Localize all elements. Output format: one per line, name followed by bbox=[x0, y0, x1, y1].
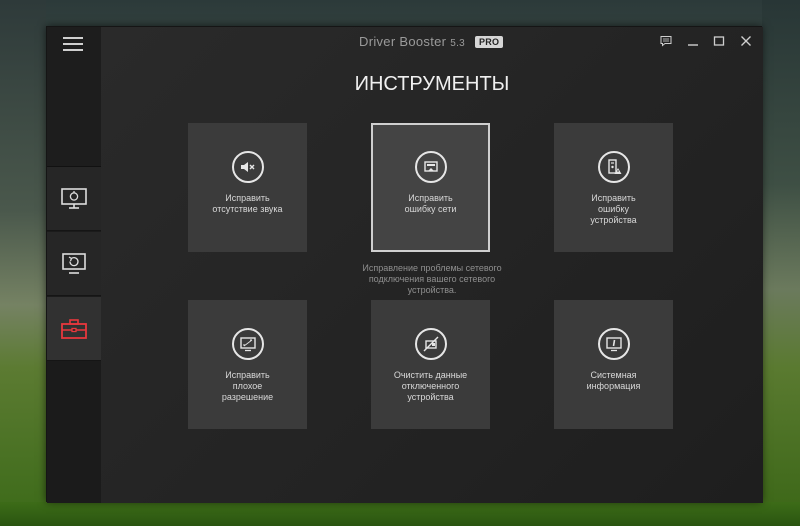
maximize-button[interactable] bbox=[710, 33, 728, 49]
hamburger-menu-icon[interactable] bbox=[63, 37, 83, 51]
close-icon bbox=[741, 36, 751, 46]
tool-fix-no-sound[interactable]: Исправить отсутствие звука bbox=[188, 123, 307, 252]
tool-fix-network-error[interactable]: Исправить ошибку сети bbox=[371, 123, 490, 252]
desktop-background-left bbox=[0, 0, 46, 526]
sidebar-item-backup[interactable] bbox=[47, 232, 101, 296]
tool-clean-disconnected-device[interactable]: Очистить данные отключенного устройства bbox=[371, 300, 490, 429]
tool-label: Исправить отсутствие звука bbox=[212, 193, 283, 214]
tool-fix-bad-resolution[interactable]: Исправить плохое разрешение bbox=[188, 300, 307, 429]
network-icon bbox=[414, 151, 447, 183]
tool-label: Исправить плохое разрешение bbox=[221, 370, 274, 402]
chat-icon bbox=[660, 36, 672, 47]
speaker-mute-icon bbox=[231, 151, 264, 183]
device-warning-icon bbox=[597, 151, 630, 183]
desktop-background-bottom bbox=[0, 502, 800, 526]
app-version: 5.3 bbox=[450, 38, 466, 49]
toolbox-icon bbox=[61, 318, 87, 339]
system-info-icon bbox=[597, 328, 630, 360]
sidebar-item-tools[interactable] bbox=[47, 297, 101, 361]
desktop-background-right bbox=[762, 0, 800, 526]
clean-device-icon bbox=[414, 328, 447, 360]
tool-system-info[interactable]: Системная информация bbox=[554, 300, 673, 429]
app-window: Driver Booster 5.3 PRO ИНСТРУМЕНТЫ Испра… bbox=[46, 26, 763, 503]
pro-badge: PRO bbox=[474, 36, 504, 48]
tool-label: Очистить данные отключенного устройства bbox=[393, 370, 468, 402]
main-panel: Driver Booster 5.3 PRO ИНСТРУМЕНТЫ Испра… bbox=[101, 27, 763, 503]
app-name: Driver Booster bbox=[359, 34, 447, 49]
window-title: Driver Booster 5.3 PRO bbox=[359, 34, 504, 49]
close-button[interactable] bbox=[737, 33, 755, 49]
backup-restore-icon bbox=[62, 252, 86, 274]
tool-label: Исправить ошибку сети bbox=[404, 193, 457, 214]
tool-label: Исправить ошибку устройства bbox=[590, 193, 637, 225]
maximize-icon bbox=[713, 36, 725, 46]
page-title: ИНСТРУМЕНТЫ bbox=[354, 73, 510, 95]
feedback-button[interactable] bbox=[657, 33, 675, 49]
minimize-icon bbox=[688, 44, 698, 46]
tool-description-tooltip: Исправление проблемы сетевого подключени… bbox=[362, 263, 502, 295]
resolution-icon bbox=[231, 328, 264, 360]
tool-fix-device-error[interactable]: Исправить ошибку устройства bbox=[554, 123, 673, 252]
monitor-scan-icon bbox=[61, 187, 87, 209]
sidebar bbox=[47, 27, 101, 503]
minimize-button[interactable] bbox=[684, 33, 702, 49]
sidebar-item-scan[interactable] bbox=[47, 167, 101, 231]
tool-label: Системная информация bbox=[586, 370, 641, 391]
